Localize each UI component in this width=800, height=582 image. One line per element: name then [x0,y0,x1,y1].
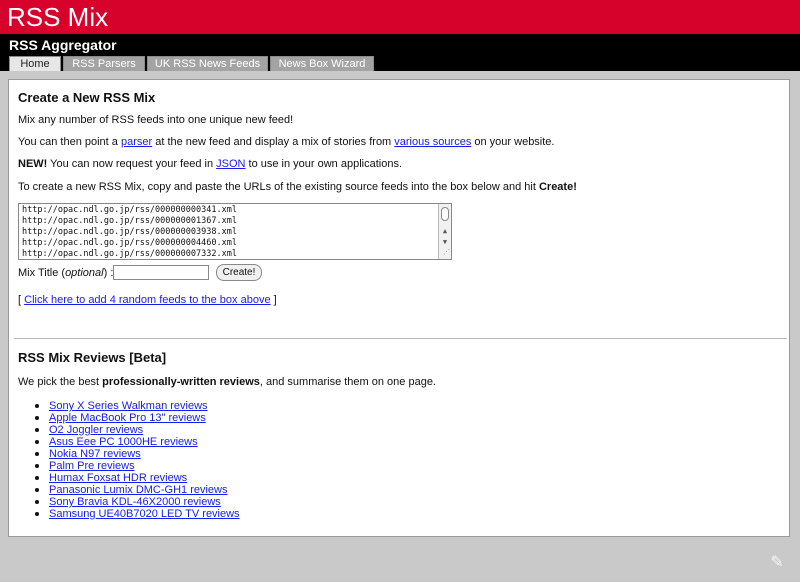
feed-url-line: http://opac.ndl.go.jp/rss/000000001367.x… [22,216,237,226]
mix-title-label-text: Mix Title ( [18,267,66,279]
list-item: Nokia N97 reviews [35,448,240,460]
create-intro: Mix any number of RSS feeds into one uni… [18,114,294,126]
json-post-text: to use in your own applications. [245,158,403,170]
reviews-intro: We pick the best professionally-written … [18,376,436,388]
json-pre-text: You can now request your feed in [47,158,217,170]
feed-url-line: http://opac.ndl.go.jp/rss/000000007332.x… [22,249,237,259]
mix-title-input[interactable] [113,265,209,280]
arrow-up-icon[interactable]: ▲ [439,226,451,236]
point-post-text: on your website. [471,136,555,148]
list-item: O2 Joggler reviews [35,424,240,436]
parser-link[interactable]: parser [121,136,152,148]
feed-url-line: http://opac.ndl.go.jp/rss/000000000341.x… [22,205,237,215]
review-link[interactable]: Samsung UE40B7020 LED TV reviews [49,508,240,520]
review-link[interactable]: Nokia N97 reviews [49,448,141,460]
json-link[interactable]: JSON [216,158,245,170]
tab-news-box-wizard[interactable]: News Box Wizard [270,56,374,71]
create-button[interactable]: Create! [216,264,262,281]
reviews-intro-bold: professionally-written reviews [102,376,260,388]
review-link[interactable]: Asus Eee PC 1000HE reviews [49,436,198,448]
review-link[interactable]: O2 Joggler reviews [49,424,143,436]
reviews-intro-post: , and summarise them on one page. [259,376,436,388]
review-link[interactable]: Humax Foxsat HDR reviews [49,472,187,484]
site-subtitle: RSS Aggregator [9,37,117,53]
list-item: Sony Bravia KDL-46X2000 reviews [35,496,240,508]
list-item: Apple MacBook Pro 13" reviews [35,412,240,424]
various-sources-link[interactable]: various sources [394,136,471,148]
main-content: Create a New RSS Mix Mix any number of R… [8,79,790,537]
point-parser-text: You can then point a parser at the new f… [18,136,554,148]
edit-feather-icon: ✎ [770,554,784,571]
list-item: Humax Foxsat HDR reviews [35,472,240,484]
random-feeds-line: [ Click here to add 4 random feeds to th… [18,294,277,306]
tab-rss-parsers[interactable]: RSS Parsers [63,56,145,71]
reviews-intro-pre: We pick the best [18,376,103,388]
json-notice: NEW! You can now request your feed in JS… [18,158,402,170]
mix-title-optional: optional [65,267,104,279]
header-bar: RSS Mix [0,0,800,34]
mix-title-label: Mix Title (optional) : [18,267,113,279]
arrow-down-icon[interactable]: ▼ [439,237,451,247]
resize-grip-icon[interactable]: ⋰ [443,247,450,258]
list-item: Panasonic Lumix DMC-GH1 reviews [35,484,240,496]
new-label: NEW! [18,158,48,170]
feed-url-line: http://opac.ndl.go.jp/rss/000000004460.x… [22,238,237,248]
reviews-list: Sony X Series Walkman reviews Apple MacB… [35,400,240,520]
review-link[interactable]: Sony X Series Walkman reviews [49,400,208,412]
random-post: ] [270,294,277,306]
list-item: Samsung UE40B7020 LED TV reviews [35,508,240,520]
site-title[interactable]: RSS Mix [7,2,108,32]
section-divider [14,338,787,339]
review-link[interactable]: Panasonic Lumix DMC-GH1 reviews [49,484,228,496]
instructions-text: To create a new RSS Mix, copy and paste … [18,181,539,193]
point-mid-text: at the new feed and display a mix of sto… [152,136,395,148]
point-pre-text: You can then point a [18,136,121,148]
review-link[interactable]: Sony Bravia KDL-46X2000 reviews [49,496,221,508]
instructions-bold: Create! [538,181,577,193]
tab-home[interactable]: Home [9,56,61,71]
feed-url-line: http://opac.ndl.go.jp/rss/000000003938.x… [22,227,237,237]
scrollbar-thumb[interactable] [441,207,449,221]
textarea-scrollbar[interactable]: ▲ ▼ ⋰ [438,204,451,259]
list-item: Palm Pre reviews [35,460,240,472]
list-item: Asus Eee PC 1000HE reviews [35,436,240,448]
review-link[interactable]: Palm Pre reviews [49,460,135,472]
nav-bar: RSS Aggregator Home RSS Parsers UK RSS N… [0,34,800,71]
feed-urls-textarea[interactable]: http://opac.ndl.go.jp/rss/000000000341.x… [18,203,452,260]
reviews-heading: RSS Mix Reviews [Beta] [18,350,167,365]
tab-uk-rss-news-feeds[interactable]: UK RSS News Feeds [147,56,268,71]
add-random-feeds-link[interactable]: Click here to add 4 random feeds to the … [24,294,270,306]
list-item: Sony X Series Walkman reviews [35,400,240,412]
review-link[interactable]: Apple MacBook Pro 13" reviews [49,412,206,424]
create-instructions: To create a new RSS Mix, copy and paste … [18,181,577,193]
mix-title-label-suffix: ) : [103,267,114,279]
create-heading: Create a New RSS Mix [18,90,156,105]
